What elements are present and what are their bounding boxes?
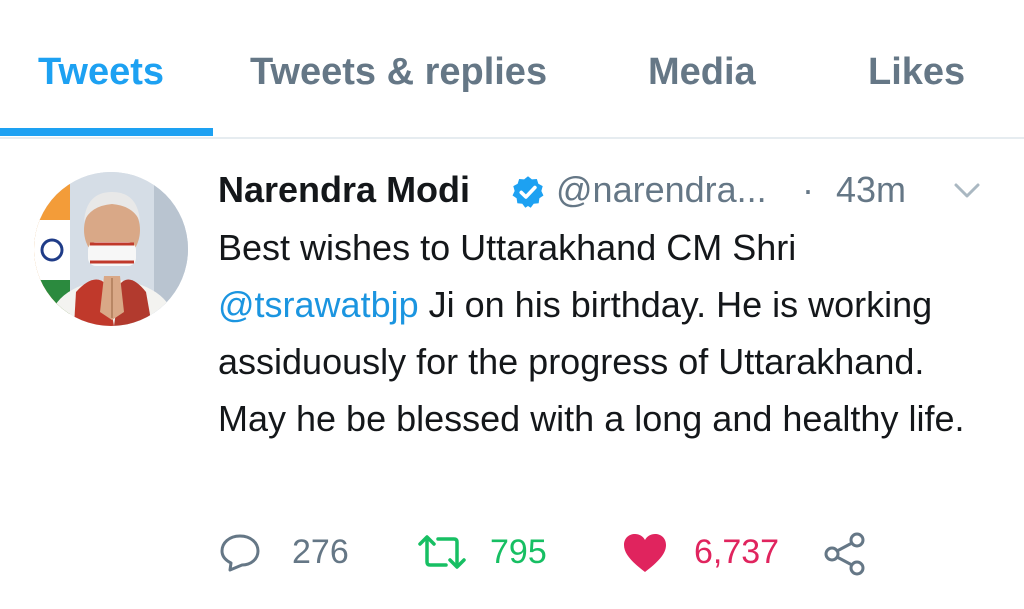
avatar[interactable] bbox=[34, 172, 188, 326]
author-name[interactable]: Narendra Modi bbox=[218, 166, 470, 214]
tab-tweets[interactable]: Tweets bbox=[38, 48, 164, 96]
retweet-icon[interactable] bbox=[416, 532, 468, 577]
share-icon[interactable] bbox=[822, 532, 868, 581]
profile-timeline: Tweets Tweets & replies Media Likes Nare… bbox=[0, 0, 1024, 609]
author-handle[interactable]: @narendra... bbox=[556, 166, 767, 214]
tab-tweets-and-replies[interactable]: Tweets & replies bbox=[250, 48, 547, 96]
like-count: 6,737 bbox=[694, 533, 780, 571]
separator-dot: · bbox=[802, 169, 814, 210]
tab-media[interactable]: Media bbox=[648, 48, 756, 96]
verified-badge-icon bbox=[510, 174, 546, 210]
tweet-actions: 276 795 6,737 bbox=[0, 528, 1024, 578]
tweet-text-start: Best wishes to Uttarakhand CM Shri bbox=[218, 227, 797, 268]
active-tab-indicator bbox=[0, 128, 213, 136]
reply-icon[interactable] bbox=[218, 532, 262, 577]
profile-tabs: Tweets Tweets & replies Media Likes bbox=[0, 0, 1024, 139]
mention-link[interactable]: @tsrawatbjp bbox=[218, 284, 419, 325]
reply-count: 276 bbox=[292, 533, 349, 571]
tweet-text: Best wishes to Uttarakhand CM Shri @tsra… bbox=[218, 219, 998, 447]
tweet-timestamp[interactable]: 43m bbox=[836, 166, 906, 214]
chevron-down-icon[interactable] bbox=[950, 176, 984, 206]
heart-icon[interactable] bbox=[622, 532, 668, 579]
tab-likes[interactable]: Likes bbox=[868, 48, 965, 96]
tweet-header: Narendra Modi @narendra... · 43m bbox=[218, 166, 998, 216]
retweet-count: 795 bbox=[490, 533, 547, 571]
